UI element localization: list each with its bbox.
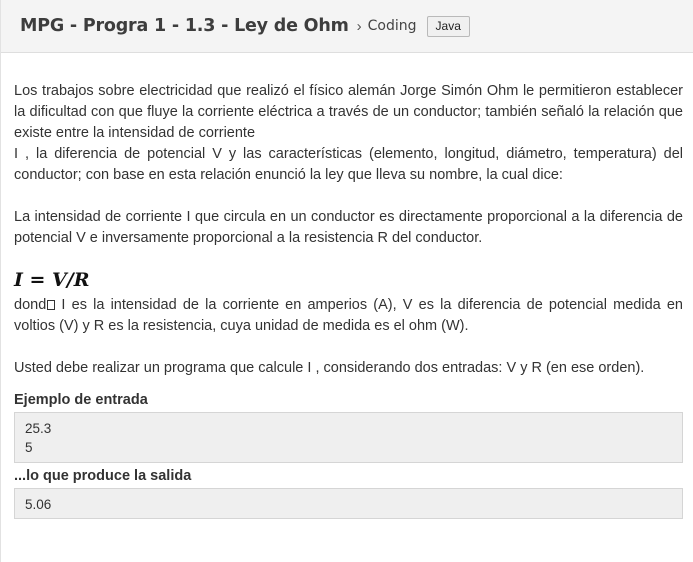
problem-page: MPG - Progra 1 - 1.3 - Ley de Ohm › Codi… bbox=[0, 0, 693, 562]
statement-paragraph-3-rest: I es la intensidad de la corriente en am… bbox=[14, 297, 683, 334]
breadcrumb-coding[interactable]: Coding bbox=[368, 18, 417, 34]
example-output-box: 5.06 bbox=[14, 488, 683, 519]
statement-paragraph-3: dond I es la intensidad de la corriente … bbox=[14, 295, 683, 337]
example-input-label: Ejemplo de entrada bbox=[14, 392, 148, 408]
language-badge: Java bbox=[426, 15, 470, 37]
statement-paragraph-2: La intensidad de corriente I que circula… bbox=[14, 209, 683, 246]
problem-header: MPG - Progra 1 - 1.3 - Ley de Ohm › Codi… bbox=[1, 0, 693, 53]
statement-paragraph-1-line-2: I , la diferencia de potencial V y las c… bbox=[14, 146, 683, 183]
statement-paragraph-1: Los trabajos sobre electricidad que real… bbox=[14, 81, 683, 186]
problem-title: MPG - Progra 1 - 1.3 - Ley de Ohm bbox=[20, 16, 349, 36]
statement-paragraph-3-start: dond bbox=[14, 297, 47, 313]
breadcrumb-separator-icon: › bbox=[356, 17, 362, 35]
ohm-formula: I = V/R bbox=[14, 269, 90, 291]
example-output-label: ...lo que produce la salida bbox=[14, 468, 192, 484]
statement-paragraph-4: Usted debe realizar un programa que calc… bbox=[14, 360, 645, 376]
example-input-box: 25.3 5 bbox=[14, 412, 683, 463]
statement-paragraph-1-line-1: Los trabajos sobre electricidad que real… bbox=[14, 83, 683, 141]
problem-statement: Los trabajos sobre electricidad que real… bbox=[14, 81, 683, 519]
